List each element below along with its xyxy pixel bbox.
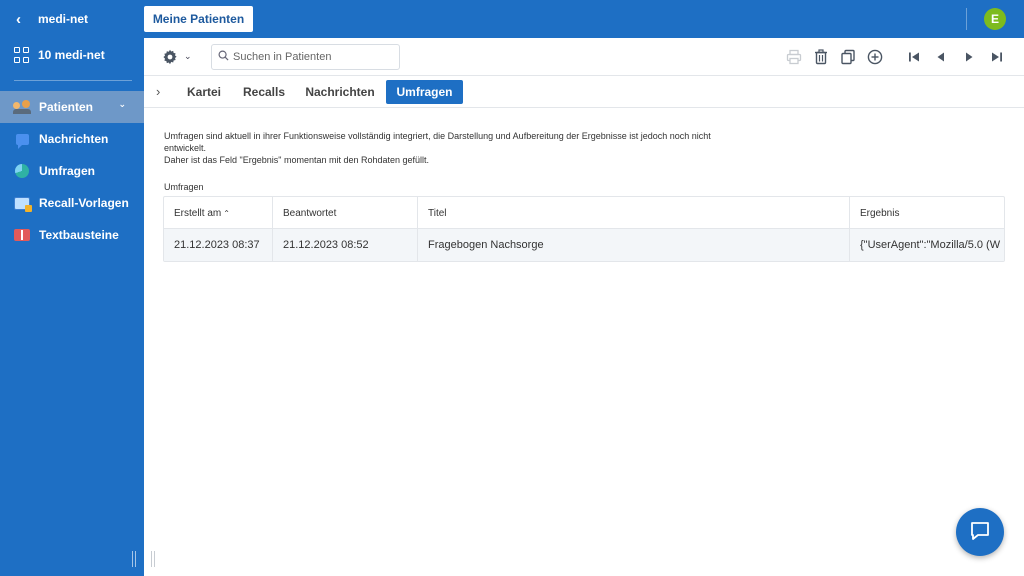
- sidebar-item-label: Patienten: [39, 100, 94, 114]
- sidebar-item-nachrichten[interactable]: Nachrichten: [0, 123, 144, 155]
- sidebar-item-label: Umfragen: [39, 164, 96, 178]
- sidebar-item-label: Recall-Vorlagen: [39, 196, 129, 210]
- trash-icon[interactable]: [813, 49, 829, 65]
- avatar[interactable]: E: [984, 8, 1006, 30]
- sidebar-item-patienten[interactable]: Patienten ⌄: [0, 91, 144, 123]
- recall-template-icon: [13, 195, 32, 212]
- chevron-down-icon[interactable]: ⌄: [184, 51, 192, 62]
- section-title: Umfragen: [164, 182, 204, 192]
- search-input[interactable]: [233, 51, 393, 63]
- search-box[interactable]: [211, 44, 400, 70]
- content-resize-handle[interactable]: [151, 551, 155, 567]
- patients-icon: [13, 99, 31, 115]
- chevron-right-icon[interactable]: ›: [156, 84, 160, 99]
- column-header-created[interactable]: Erstellt am ⌃: [164, 197, 273, 229]
- tab-nachrichten[interactable]: Nachrichten: [300, 80, 380, 104]
- top-bar: Meine Patienten E: [144, 0, 1024, 38]
- table-header-row: Erstellt am ⌃ Beantwortet Titel Ergebnis: [164, 197, 1004, 229]
- info-note-line: Daher ist das Feld "Ergebnis" momentan m…: [164, 155, 430, 165]
- topbar-divider: [966, 8, 967, 30]
- toolbar: ⌄: [144, 38, 1024, 76]
- my-patients-button[interactable]: Meine Patienten: [144, 6, 253, 32]
- next-page-icon[interactable]: [961, 49, 977, 65]
- info-note: Umfragen sind aktuell in ihrer Funktions…: [164, 130, 764, 166]
- tab-recalls[interactable]: Recalls: [236, 80, 292, 104]
- cell-title: Fragebogen Nachsorge: [418, 229, 850, 261]
- back-button[interactable]: ‹ medi-net: [0, 0, 144, 38]
- column-header-label: Erstellt am: [174, 207, 222, 219]
- column-header-result[interactable]: Ergebnis: [850, 197, 1004, 229]
- sidebar-item-umfragen[interactable]: Umfragen: [0, 155, 144, 187]
- chevron-left-icon: ‹: [16, 10, 21, 28]
- sidebar-item-label: Nachrichten: [39, 132, 109, 146]
- info-note-line: entwickelt.: [164, 143, 207, 153]
- sidebar-item-recall-vorlagen[interactable]: Recall-Vorlagen: [0, 187, 144, 219]
- first-page-icon[interactable]: [906, 49, 922, 65]
- sidebar-divider: [14, 80, 132, 81]
- tab-kartei[interactable]: Kartei: [178, 80, 230, 104]
- chat-icon: [13, 131, 31, 149]
- gear-icon[interactable]: [162, 49, 178, 65]
- info-note-line: Umfragen sind aktuell in ihrer Funktions…: [164, 131, 711, 141]
- search-icon: [218, 50, 229, 64]
- surveys-table: Erstellt am ⌃ Beantwortet Titel Ergebnis…: [163, 196, 1005, 262]
- column-header-answered[interactable]: Beantwortet: [273, 197, 418, 229]
- add-circle-icon[interactable]: [867, 49, 883, 65]
- table-row[interactable]: 21.12.2023 08:37 21.12.2023 08:52 Frageb…: [164, 229, 1004, 261]
- cell-answered: 21.12.2023 08:52: [273, 229, 418, 261]
- sort-asc-icon: ⌃: [223, 208, 230, 218]
- org-switcher[interactable]: 10 medi-net: [0, 40, 144, 70]
- copy-icon[interactable]: [840, 49, 856, 65]
- cell-created: 21.12.2023 08:37: [164, 229, 273, 261]
- tab-umfragen[interactable]: Umfragen: [386, 80, 463, 104]
- sidebar: ‹ medi-net 10 medi-net Patienten ⌄ Nachr…: [0, 0, 144, 576]
- tab-bar: › Kartei Recalls Nachrichten Umfragen: [144, 76, 1024, 108]
- sidebar-nav: Patienten ⌄ Nachrichten Umfragen Recall-…: [0, 91, 144, 251]
- survey-icon: [13, 163, 31, 179]
- column-header-label: Titel: [428, 207, 447, 219]
- sidebar-item-label: Textbausteine: [39, 228, 119, 242]
- org-label: 10 medi-net: [38, 48, 105, 62]
- column-header-title[interactable]: Titel: [418, 197, 850, 229]
- column-header-label: Beantwortet: [283, 207, 337, 219]
- chevron-down-icon[interactable]: ⌄: [118, 99, 126, 110]
- chat-support-button[interactable]: [956, 508, 1004, 556]
- column-header-label: Ergebnis: [860, 207, 900, 219]
- sidebar-resize-handle[interactable]: [132, 551, 136, 567]
- cell-result: {"UserAgent":"Mozilla/5.0 (W: [860, 239, 1001, 251]
- previous-page-icon[interactable]: [933, 49, 949, 65]
- sidebar-item-textbausteine[interactable]: Textbausteine: [0, 219, 144, 251]
- book-icon: [13, 227, 31, 243]
- chat-bubble-icon: [969, 520, 991, 545]
- grid-icon: [14, 47, 30, 63]
- back-label: medi-net: [38, 12, 89, 26]
- last-page-icon[interactable]: [989, 49, 1005, 65]
- print-icon[interactable]: [786, 49, 802, 65]
